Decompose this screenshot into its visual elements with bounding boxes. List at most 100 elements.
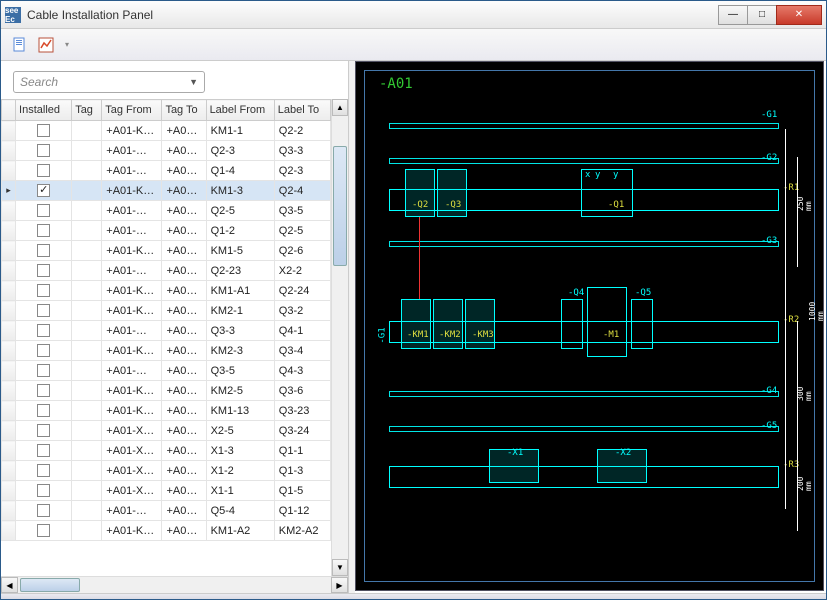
cell-tagTo: +A0…: [162, 501, 206, 521]
installed-checkbox[interactable]: [37, 484, 50, 497]
dropdown-icon[interactable]: ▾: [61, 34, 73, 56]
cell-tagTo: +A0…: [162, 201, 206, 221]
row-handle[interactable]: [2, 121, 16, 141]
cell-labelFrom: KM1-3: [206, 181, 274, 201]
row-handle[interactable]: [2, 441, 16, 461]
document-icon[interactable]: [9, 34, 31, 56]
installed-checkbox[interactable]: [37, 524, 50, 537]
installed-checkbox[interactable]: [37, 324, 50, 337]
chart-icon[interactable]: [35, 34, 57, 56]
installed-checkbox[interactable]: [37, 464, 50, 477]
cell-tagFrom: +A01-X…: [102, 441, 162, 461]
cell-tag: [72, 421, 102, 441]
row-handle[interactable]: [2, 201, 16, 221]
table-row[interactable]: +A01-…+A0…Q2-3Q3-3: [2, 141, 331, 161]
installed-checkbox[interactable]: [37, 224, 50, 237]
table-row[interactable]: +A01-…+A0…Q3-3Q4-1: [2, 321, 331, 341]
column-header[interactable]: Label To: [274, 100, 330, 121]
close-button[interactable]: ✕: [776, 5, 822, 25]
table-row[interactable]: +A01-X…+A0…X1-2Q1-3: [2, 461, 331, 481]
cad-canvas[interactable]: -A01 -G1-G2-R1-Q2-Q3xyy-Q1-G3-G1-KM1-KM2…: [364, 70, 815, 582]
row-handle[interactable]: [2, 381, 16, 401]
column-header[interactable]: Label From: [206, 100, 274, 121]
installed-checkbox[interactable]: [37, 164, 50, 177]
titlebar[interactable]: see Ec Cable Installation Panel — □ ✕: [1, 1, 826, 29]
table-row[interactable]: +A01-X…+A0…X1-3Q1-1: [2, 441, 331, 461]
installed-checkbox[interactable]: [37, 124, 50, 137]
scroll-down-icon[interactable]: ▼: [332, 559, 348, 576]
row-handle[interactable]: [2, 241, 16, 261]
table-row[interactable]: +A01-…+A0…Q2-23X2-2: [2, 261, 331, 281]
row-handle[interactable]: [2, 361, 16, 381]
installed-checkbox[interactable]: [37, 444, 50, 457]
row-handle[interactable]: [2, 481, 16, 501]
row-handle[interactable]: [2, 461, 16, 481]
horizontal-scrollbar[interactable]: ◀ ▶: [1, 576, 348, 593]
installed-checkbox[interactable]: [37, 424, 50, 437]
column-header[interactable]: Installed: [16, 100, 72, 121]
scroll-left-icon[interactable]: ◀: [1, 577, 18, 593]
table-row[interactable]: +A01-…+A0…Q1-4Q2-3: [2, 161, 331, 181]
installed-checkbox[interactable]: [37, 284, 50, 297]
installed-checkbox[interactable]: [37, 244, 50, 257]
cell-tagFrom: +A01-K…: [102, 181, 162, 201]
scroll-right-icon[interactable]: ▶: [331, 577, 348, 593]
table-row[interactable]: +A01-…+A0…Q2-5Q3-5: [2, 201, 331, 221]
row-handle[interactable]: [2, 401, 16, 421]
installed-checkbox[interactable]: [37, 184, 50, 197]
app-window: see Ec Cable Installation Panel — □ ✕ ▾ …: [0, 0, 827, 600]
column-header[interactable]: Tag To: [162, 100, 206, 121]
installed-checkbox[interactable]: [37, 264, 50, 277]
installed-checkbox[interactable]: [37, 504, 50, 517]
scroll-thumb[interactable]: [333, 146, 347, 266]
table-row[interactable]: +A01-K…+A0…KM2-1Q3-2: [2, 301, 331, 321]
row-handle[interactable]: [2, 521, 16, 541]
table-row[interactable]: +A01-K…+A0…KM2-3Q3-4: [2, 341, 331, 361]
table-row[interactable]: +A01-X…+A0…X2-5Q3-24: [2, 421, 331, 441]
table-row[interactable]: +A01-…+A0…Q1-2Q2-5: [2, 221, 331, 241]
row-handle[interactable]: [2, 321, 16, 341]
vertical-scrollbar[interactable]: ▲ ▼: [331, 99, 348, 576]
table-row[interactable]: +A01-K…+A0…KM1-13Q3-23: [2, 401, 331, 421]
row-handle[interactable]: [2, 161, 16, 181]
table-row[interactable]: +A01-K…+A0…KM1-5Q2-6: [2, 241, 331, 261]
row-handle[interactable]: [2, 141, 16, 161]
table-row[interactable]: +A01-K…+A0…KM1-A1Q2-24: [2, 281, 331, 301]
row-handle[interactable]: [2, 421, 16, 441]
installed-checkbox[interactable]: [37, 204, 50, 217]
scroll-up-icon[interactable]: ▲: [332, 99, 348, 116]
table-row[interactable]: +A01-K…+A0…KM1-3Q2-4: [2, 181, 331, 201]
row-handle[interactable]: [2, 341, 16, 361]
column-header[interactable]: Tag: [72, 100, 102, 121]
cell-tagFrom: +A01-…: [102, 221, 162, 241]
installed-checkbox[interactable]: [37, 404, 50, 417]
table-row[interactable]: +A01-K…+A0…KM2-5Q3-6: [2, 381, 331, 401]
scroll-thumb-h[interactable]: [20, 578, 80, 592]
table-row[interactable]: +A01-…+A0…Q5-4Q1-12: [2, 501, 331, 521]
installed-checkbox[interactable]: [37, 364, 50, 377]
installed-checkbox[interactable]: [37, 384, 50, 397]
maximize-button[interactable]: □: [747, 5, 777, 25]
cell-tagFrom: +A01-K…: [102, 341, 162, 361]
row-handle[interactable]: [2, 181, 16, 201]
table-row[interactable]: +A01-K…+A0…KM1-1Q2-2: [2, 121, 331, 141]
row-handle[interactable]: [2, 221, 16, 241]
row-handle[interactable]: [2, 281, 16, 301]
installed-checkbox[interactable]: [37, 304, 50, 317]
table-row[interactable]: +A01-K…+A0…KM1-A2KM2-A2: [2, 521, 331, 541]
row-handle[interactable]: [2, 301, 16, 321]
cell-tagFrom: +A01-K…: [102, 301, 162, 321]
search-input[interactable]: Search ▼: [13, 71, 205, 93]
row-handle[interactable]: [2, 501, 16, 521]
table-row[interactable]: +A01-X…+A0…X1-1Q1-5: [2, 481, 331, 501]
row-handle[interactable]: [2, 261, 16, 281]
installed-checkbox[interactable]: [37, 144, 50, 157]
installed-checkbox[interactable]: [37, 344, 50, 357]
table-row[interactable]: +A01-…+A0…Q3-5Q4-3: [2, 361, 331, 381]
cell-labelTo: Q2-6: [274, 241, 330, 261]
grid[interactable]: InstalledTagTag FromTag ToLabel FromLabe…: [1, 99, 331, 576]
cell-tag: [72, 121, 102, 141]
cell-labelFrom: KM1-A1: [206, 281, 274, 301]
minimize-button[interactable]: —: [718, 5, 748, 25]
column-header[interactable]: Tag From: [102, 100, 162, 121]
